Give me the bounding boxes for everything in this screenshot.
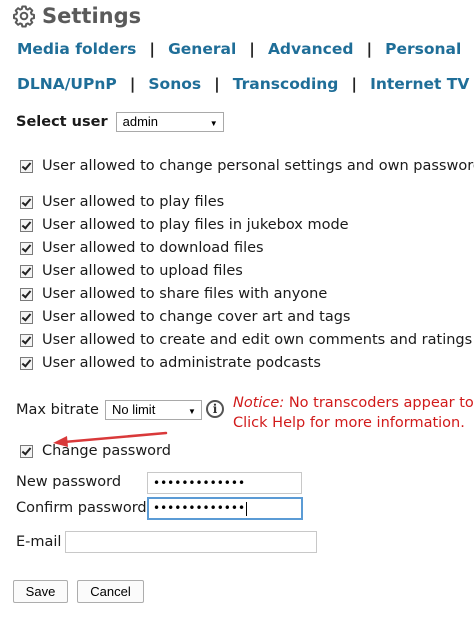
checkbox-label: User allowed to change cover art and tag… [42, 309, 351, 325]
confirm-password-value: ••••••••••••• [153, 501, 246, 515]
new-password-field[interactable]: ••••••••••••• [147, 472, 302, 494]
nav-separator: | [366, 40, 373, 58]
checkbox[interactable] [20, 195, 33, 209]
change-password-row: Change password [20, 441, 171, 461]
notice-label: Notice: [233, 395, 285, 411]
checkbox-label: User allowed to play files in jukebox mo… [42, 217, 349, 233]
gear-icon [13, 5, 35, 28]
nav-separator: | [351, 75, 358, 93]
checkbox[interactable] [20, 310, 33, 324]
select-user-dropdown[interactable]: admin ▼ [115, 112, 224, 132]
checkbox[interactable] [20, 356, 33, 370]
tab-general[interactable]: General [168, 40, 236, 58]
max-bitrate-label: Max bitrate [16, 402, 99, 418]
checkbox[interactable] [20, 218, 33, 232]
tab-dlna-upnp[interactable]: DLNA/UPnP [17, 75, 117, 93]
save-button[interactable]: Save [13, 580, 68, 603]
nav-separator: | [214, 75, 220, 93]
notice-help-text: Click Help for more information. [233, 415, 465, 431]
max-bitrate-value: No limit [111, 402, 156, 417]
nav-row-2: DLNA/UPnP | Sonos | Transcoding | Internet TV [17, 75, 469, 93]
new-password-label: New password [16, 474, 122, 490]
confirm-password-field[interactable]: ••••••••••••• [147, 497, 303, 520]
checkbox-label: User allowed to play files [42, 194, 225, 210]
chevron-down-icon: ▼ [188, 407, 196, 416]
text-caret [246, 501, 248, 516]
email-field[interactable] [65, 531, 317, 553]
checkbox[interactable] [20, 287, 33, 301]
nav-separator: | [249, 40, 255, 58]
tab-internet-tv[interactable]: Internet TV [370, 75, 469, 93]
checkbox[interactable] [20, 264, 33, 278]
checkbox-label: User allowed to upload files [42, 263, 243, 279]
nav-separator: | [149, 40, 156, 58]
permission-download: User allowed to download files [20, 238, 264, 258]
confirm-password-label: Confirm password [16, 500, 147, 516]
select-user-group: Select user admin ▼ [16, 112, 224, 132]
select-user-label: Select user [16, 114, 108, 130]
permission-share: User allowed to share files with anyone [20, 284, 327, 304]
max-bitrate-group: Max bitrate No limit ▼ [16, 400, 202, 420]
nav-row-1: Media folders | General | Advanced | Personal [17, 40, 461, 58]
select-user-value: admin [122, 114, 159, 129]
settings-page: Settings Media folders | General | Advanced |… [0, 0, 474, 620]
checkbox-label: User allowed to download files [42, 240, 264, 256]
permission-change-personal-settings: User allowed to change personal settings… [20, 156, 474, 176]
tab-sonos[interactable]: Sonos [148, 75, 201, 93]
permission-upload: User allowed to upload files [20, 261, 243, 281]
permission-play-files: User allowed to play files [20, 192, 224, 212]
page-title-text: Settings [42, 4, 142, 28]
permission-podcasts: User allowed to administrate podcasts [20, 353, 321, 373]
permission-jukebox: User allowed to play files in jukebox mo… [20, 215, 349, 235]
info-icon[interactable]: i [206, 400, 224, 418]
tab-transcoding[interactable]: Transcoding [233, 75, 339, 93]
tab-media-folders[interactable]: Media folders [17, 40, 136, 58]
max-bitrate-dropdown[interactable]: No limit ▼ [104, 400, 202, 420]
notice-text: No transcoders appear to b [284, 395, 474, 411]
page-title: Settings [12, 2, 141, 30]
checkbox-label: User allowed to change personal settings… [42, 158, 474, 174]
email-label: E-mail [16, 534, 62, 550]
chevron-down-icon: ▼ [209, 119, 218, 128]
tab-personal[interactable]: Personal [385, 40, 461, 58]
checkbox-label: User allowed to administrate podcasts [42, 355, 321, 371]
permission-cover-art: User allowed to change cover art and tag… [20, 307, 350, 327]
tab-advanced[interactable]: Advanced [268, 40, 354, 58]
transcoder-notice: Notice: No transcoders appear to b Click… [233, 393, 474, 433]
change-password-checkbox[interactable] [20, 444, 33, 458]
permission-comments: User allowed to create and edit own comm… [20, 330, 472, 350]
change-password-label: Change password [42, 443, 171, 459]
checkbox-label: User allowed to share files with anyone [42, 286, 328, 302]
checkbox[interactable] [20, 241, 33, 255]
checkbox[interactable] [20, 333, 33, 347]
new-password-value: ••••••••••••• [153, 476, 246, 490]
checkbox-label: User allowed to create and edit own comm… [42, 332, 473, 348]
nav-separator: | [129, 75, 136, 93]
checkbox[interactable] [20, 159, 33, 173]
cancel-button[interactable]: Cancel [77, 580, 144, 603]
